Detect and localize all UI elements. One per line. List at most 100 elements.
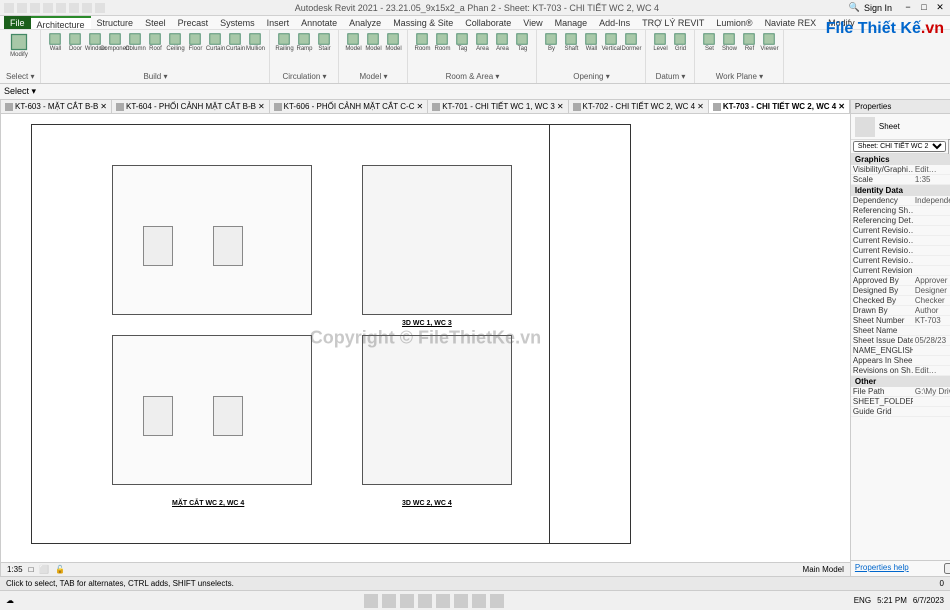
ribbon-tab-lumion[interactable]: Lumion® xyxy=(710,16,758,29)
curtainsystem-button[interactable]: Curtain xyxy=(207,32,223,56)
property-row[interactable]: NAME_ENGLISH xyxy=(851,346,950,356)
property-row[interactable]: Designed ByDesigner xyxy=(851,286,950,296)
room-button[interactable]: Room xyxy=(414,32,430,56)
viewbar-icon[interactable]: 🔓 xyxy=(55,565,65,574)
vertical-button[interactable]: Vertical xyxy=(603,32,619,56)
tagroom-button[interactable]: Tag xyxy=(454,32,470,56)
viewer-button[interactable]: Viewer xyxy=(761,32,777,56)
property-value[interactable]: Independent xyxy=(913,196,950,205)
modify-button[interactable]: Modify xyxy=(6,32,32,68)
property-value[interactable] xyxy=(913,266,950,275)
search-icon[interactable]: 🔍 xyxy=(849,2,860,13)
property-row[interactable]: Referencing Sh… xyxy=(851,206,950,216)
property-value[interactable]: KT-703 xyxy=(913,316,950,325)
property-value[interactable] xyxy=(913,326,950,335)
qat-icon[interactable] xyxy=(17,3,27,13)
ribbon-tab-addins[interactable]: Add-Ins xyxy=(593,16,636,29)
property-value[interactable]: 1:35 xyxy=(913,175,950,184)
close-icon[interactable]: ✕ xyxy=(838,100,845,114)
taskbar-app-icon[interactable] xyxy=(382,594,396,608)
start-button[interactable] xyxy=(364,594,378,608)
ribbon-tab-structure[interactable]: Structure xyxy=(91,16,140,29)
view-tab[interactable]: KT-701 - CHI TIẾT WC 1, WC 3 ✕ xyxy=(428,100,568,113)
close-icon[interactable]: ✕ xyxy=(557,100,564,114)
property-value[interactable]: Designer xyxy=(913,286,950,295)
view-tab[interactable]: KT-604 - PHỐI CẢNH MẶT CẮT B-B ✕ xyxy=(112,100,270,113)
qat-icon[interactable] xyxy=(30,3,40,13)
ribbon-tab-trlrevit[interactable]: TRỢ LÝ REVIT xyxy=(636,16,710,29)
roomseparator-button[interactable]: Room xyxy=(434,32,450,56)
close-icon[interactable]: ✕ xyxy=(100,100,107,114)
apply-button[interactable]: Apply xyxy=(944,563,950,574)
ribbon-tab-massingsite[interactable]: Massing & Site xyxy=(387,16,459,29)
quick-access-toolbar[interactable] xyxy=(4,3,105,13)
level-button[interactable]: Level xyxy=(652,32,668,56)
property-row[interactable]: Scale1:35 xyxy=(851,175,950,185)
refplane-button[interactable]: Ref xyxy=(741,32,757,56)
property-value[interactable] xyxy=(913,226,950,235)
view-control-bar[interactable]: 1:35 □ ⬜ 🔓 Main Model xyxy=(1,562,850,576)
qat-icon[interactable] xyxy=(95,3,105,13)
mullion-button[interactable]: Mullion xyxy=(247,32,263,56)
shaft-button[interactable]: Shaft xyxy=(563,32,579,56)
roof-button[interactable]: Roof xyxy=(147,32,163,56)
modelline-button[interactable]: Model xyxy=(365,32,381,56)
property-value[interactable] xyxy=(913,346,950,355)
close-button[interactable]: ✕ xyxy=(934,2,946,14)
view-tab[interactable]: KT-702 - CHI TIẾT WC 2, WC 4 ✕ xyxy=(569,100,709,113)
qat-icon[interactable] xyxy=(82,3,92,13)
maximize-button[interactable]: □ xyxy=(918,2,930,14)
areaboundary-button[interactable]: Area xyxy=(494,32,510,56)
taskbar-app-icon[interactable] xyxy=(454,594,468,608)
ribbon-tab-systems[interactable]: Systems xyxy=(214,16,261,29)
select-dropdown[interactable]: Select ▾ xyxy=(4,86,36,97)
property-row[interactable]: Current Revisio… xyxy=(851,236,950,246)
grid-button[interactable]: Grid xyxy=(672,32,688,56)
property-value[interactable]: G:\My Drive\2. C… xyxy=(913,387,950,396)
elevation-view-1[interactable] xyxy=(112,165,312,315)
property-row[interactable]: Sheet NumberKT-703 xyxy=(851,316,950,326)
property-row[interactable]: Current Revisio… xyxy=(851,226,950,236)
tray-lang[interactable]: ENG xyxy=(854,596,871,605)
property-row[interactable]: Sheet Issue Date05/28/23 xyxy=(851,336,950,346)
property-value[interactable]: 05/28/23 xyxy=(913,336,950,345)
drawing-canvas[interactable]: MẶT CẮT WC 2, WC 4 3D WC 1, WC 3 3D WC 2… xyxy=(1,114,850,562)
property-value[interactable] xyxy=(913,236,950,245)
property-row[interactable]: Referencing Det… xyxy=(851,216,950,226)
weather-icon[interactable]: ☁ xyxy=(6,596,14,605)
taskbar-app-icon[interactable] xyxy=(418,594,432,608)
property-value[interactable] xyxy=(913,256,950,265)
ribbon-tab-insert[interactable]: Insert xyxy=(261,16,296,29)
ribbon-tab-manage[interactable]: Manage xyxy=(549,16,594,29)
taskbar-app-icon[interactable] xyxy=(472,594,486,608)
door-button[interactable]: Door xyxy=(67,32,83,56)
qat-icon[interactable] xyxy=(69,3,79,13)
property-value[interactable]: Edit… xyxy=(913,366,950,375)
qat-icon[interactable] xyxy=(56,3,66,13)
close-icon[interactable]: ✕ xyxy=(258,100,265,114)
qat-icon[interactable] xyxy=(43,3,53,13)
floor-button[interactable]: Floor xyxy=(187,32,203,56)
viewbar-icon[interactable]: ⬜ xyxy=(39,565,49,574)
properties-help-link[interactable]: Properties help xyxy=(855,563,909,574)
property-value[interactable] xyxy=(913,407,950,416)
instance-selector[interactable]: Sheet: CHI TIẾT WC 2 xyxy=(853,141,946,152)
ribbon-tab-file[interactable]: File xyxy=(4,16,31,29)
ribbon-tab-annotate[interactable]: Annotate xyxy=(295,16,343,29)
stair-button[interactable]: Stair xyxy=(316,32,332,56)
modelgroup-button[interactable]: Model xyxy=(385,32,401,56)
curtaingrid-button[interactable]: Curtain xyxy=(227,32,243,56)
property-value[interactable] xyxy=(913,246,950,255)
ribbon-tab-collaborate[interactable]: Collaborate xyxy=(459,16,517,29)
modeltext-button[interactable]: Model xyxy=(345,32,361,56)
taskbar-app-icon[interactable] xyxy=(490,594,504,608)
column-button[interactable]: Column xyxy=(127,32,143,56)
close-icon[interactable]: ✕ xyxy=(697,100,704,114)
property-value[interactable]: Author xyxy=(913,306,950,315)
property-value[interactable] xyxy=(913,397,950,406)
ribbon-tab-steel[interactable]: Steel xyxy=(139,16,172,29)
byface-button[interactable]: By xyxy=(543,32,559,56)
ribbon-tab-view[interactable]: View xyxy=(517,16,548,29)
view-tab[interactable]: KT-606 - PHỐI CẢNH MẶT CẮT C-C ✕ xyxy=(270,100,429,113)
railing-button[interactable]: Railing xyxy=(276,32,292,56)
